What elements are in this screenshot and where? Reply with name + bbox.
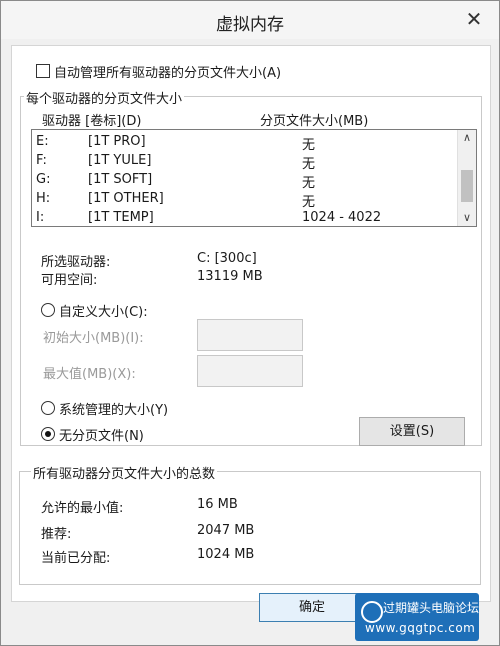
- selected-drive-value: C: [300c]: [197, 251, 257, 266]
- ok-button[interactable]: 确定: [259, 593, 365, 622]
- virtual-memory-dialog: 虚拟内存 ✕ 自动管理所有驱动器的分页文件大小(A) 每个驱动器的分页文件大小 …: [0, 0, 500, 646]
- initial-size-label: 初始大小(MB)(I):: [43, 331, 144, 346]
- site-watermark: 过期罐头电脑论坛 www.gqgtpc.com: [355, 593, 479, 641]
- currently-allocated-label: 当前已分配:: [41, 551, 111, 566]
- max-size-label: 最大值(MB)(X):: [43, 367, 136, 382]
- per-drive-legend: 每个驱动器的分页文件大小: [24, 88, 185, 107]
- drive-letter: I:: [36, 210, 45, 225]
- drive-label: [1T YULE]: [88, 153, 152, 168]
- list-item[interactable]: E: [1T PRO] 无: [32, 132, 452, 153]
- free-space-value: 13119 MB: [197, 269, 263, 284]
- dialog-title: 虚拟内存: [216, 15, 284, 35]
- list-scrollbar[interactable]: ∧ ∨: [457, 130, 476, 226]
- scroll-up-icon[interactable]: ∧: [458, 130, 476, 146]
- scroll-thumb[interactable]: [461, 170, 473, 202]
- watermark-text: 过期罐头电脑论坛: [383, 601, 480, 615]
- forum-logo-icon: [361, 601, 383, 623]
- drive-label: [1T TEMP]: [88, 210, 154, 225]
- auto-manage-checkbox[interactable]: [36, 64, 50, 78]
- recommended-label: 推荐:: [41, 527, 72, 542]
- initial-size-input[interactable]: [197, 319, 303, 351]
- system-managed-label[interactable]: 系统管理的大小(Y): [59, 399, 168, 418]
- custom-size-label[interactable]: 自定义大小(C):: [59, 301, 148, 320]
- drive-size: 1024 - 4022: [302, 210, 382, 225]
- no-paging-file-radio[interactable]: [41, 427, 55, 441]
- custom-size-radio[interactable]: [41, 303, 55, 317]
- min-allowed-label: 允许的最小值:: [41, 501, 124, 516]
- drive-label: [1T SOFT]: [88, 172, 153, 187]
- free-space-label: 可用空间:: [41, 273, 98, 288]
- totals-legend: 所有驱动器分页文件大小的总数: [31, 463, 218, 482]
- selected-drive-label: 所选驱动器:: [41, 255, 111, 270]
- auto-manage-label[interactable]: 自动管理所有驱动器的分页文件大小(A): [54, 62, 281, 81]
- drive-label: [1T PRO]: [88, 134, 146, 149]
- list-item[interactable]: I: [1T TEMP] 1024 - 4022: [32, 208, 452, 226]
- watermark-url: www.gqgtpc.com: [365, 621, 476, 635]
- min-allowed-value: 16 MB: [197, 497, 238, 512]
- scroll-down-icon[interactable]: ∨: [458, 210, 476, 226]
- title-bar: 虚拟内存 ✕: [1, 1, 499, 39]
- list-item[interactable]: H: [1T OTHER] 无: [32, 189, 452, 210]
- column-header-drive: 驱动器 [卷标](D): [42, 114, 142, 129]
- drive-letter: G:: [36, 172, 51, 187]
- drive-label: [1T OTHER]: [88, 191, 164, 206]
- drive-list[interactable]: E: [1T PRO] 无 F: [1T YULE] 无 G: [1T SOFT…: [31, 129, 477, 227]
- system-managed-radio[interactable]: [41, 401, 55, 415]
- set-button[interactable]: 设置(S): [359, 417, 465, 446]
- list-item[interactable]: G: [1T SOFT] 无: [32, 170, 452, 191]
- close-icon[interactable]: ✕: [463, 8, 485, 30]
- currently-allocated-value: 1024 MB: [197, 547, 255, 562]
- list-item[interactable]: F: [1T YULE] 无: [32, 151, 452, 172]
- drive-letter: F:: [36, 153, 47, 168]
- max-size-input[interactable]: [197, 355, 303, 387]
- recommended-value: 2047 MB: [197, 523, 255, 538]
- drive-letter: E:: [36, 134, 49, 149]
- drive-letter: H:: [36, 191, 51, 206]
- column-header-size: 分页文件大小(MB): [260, 114, 369, 129]
- no-paging-file-label[interactable]: 无分页文件(N): [59, 425, 144, 444]
